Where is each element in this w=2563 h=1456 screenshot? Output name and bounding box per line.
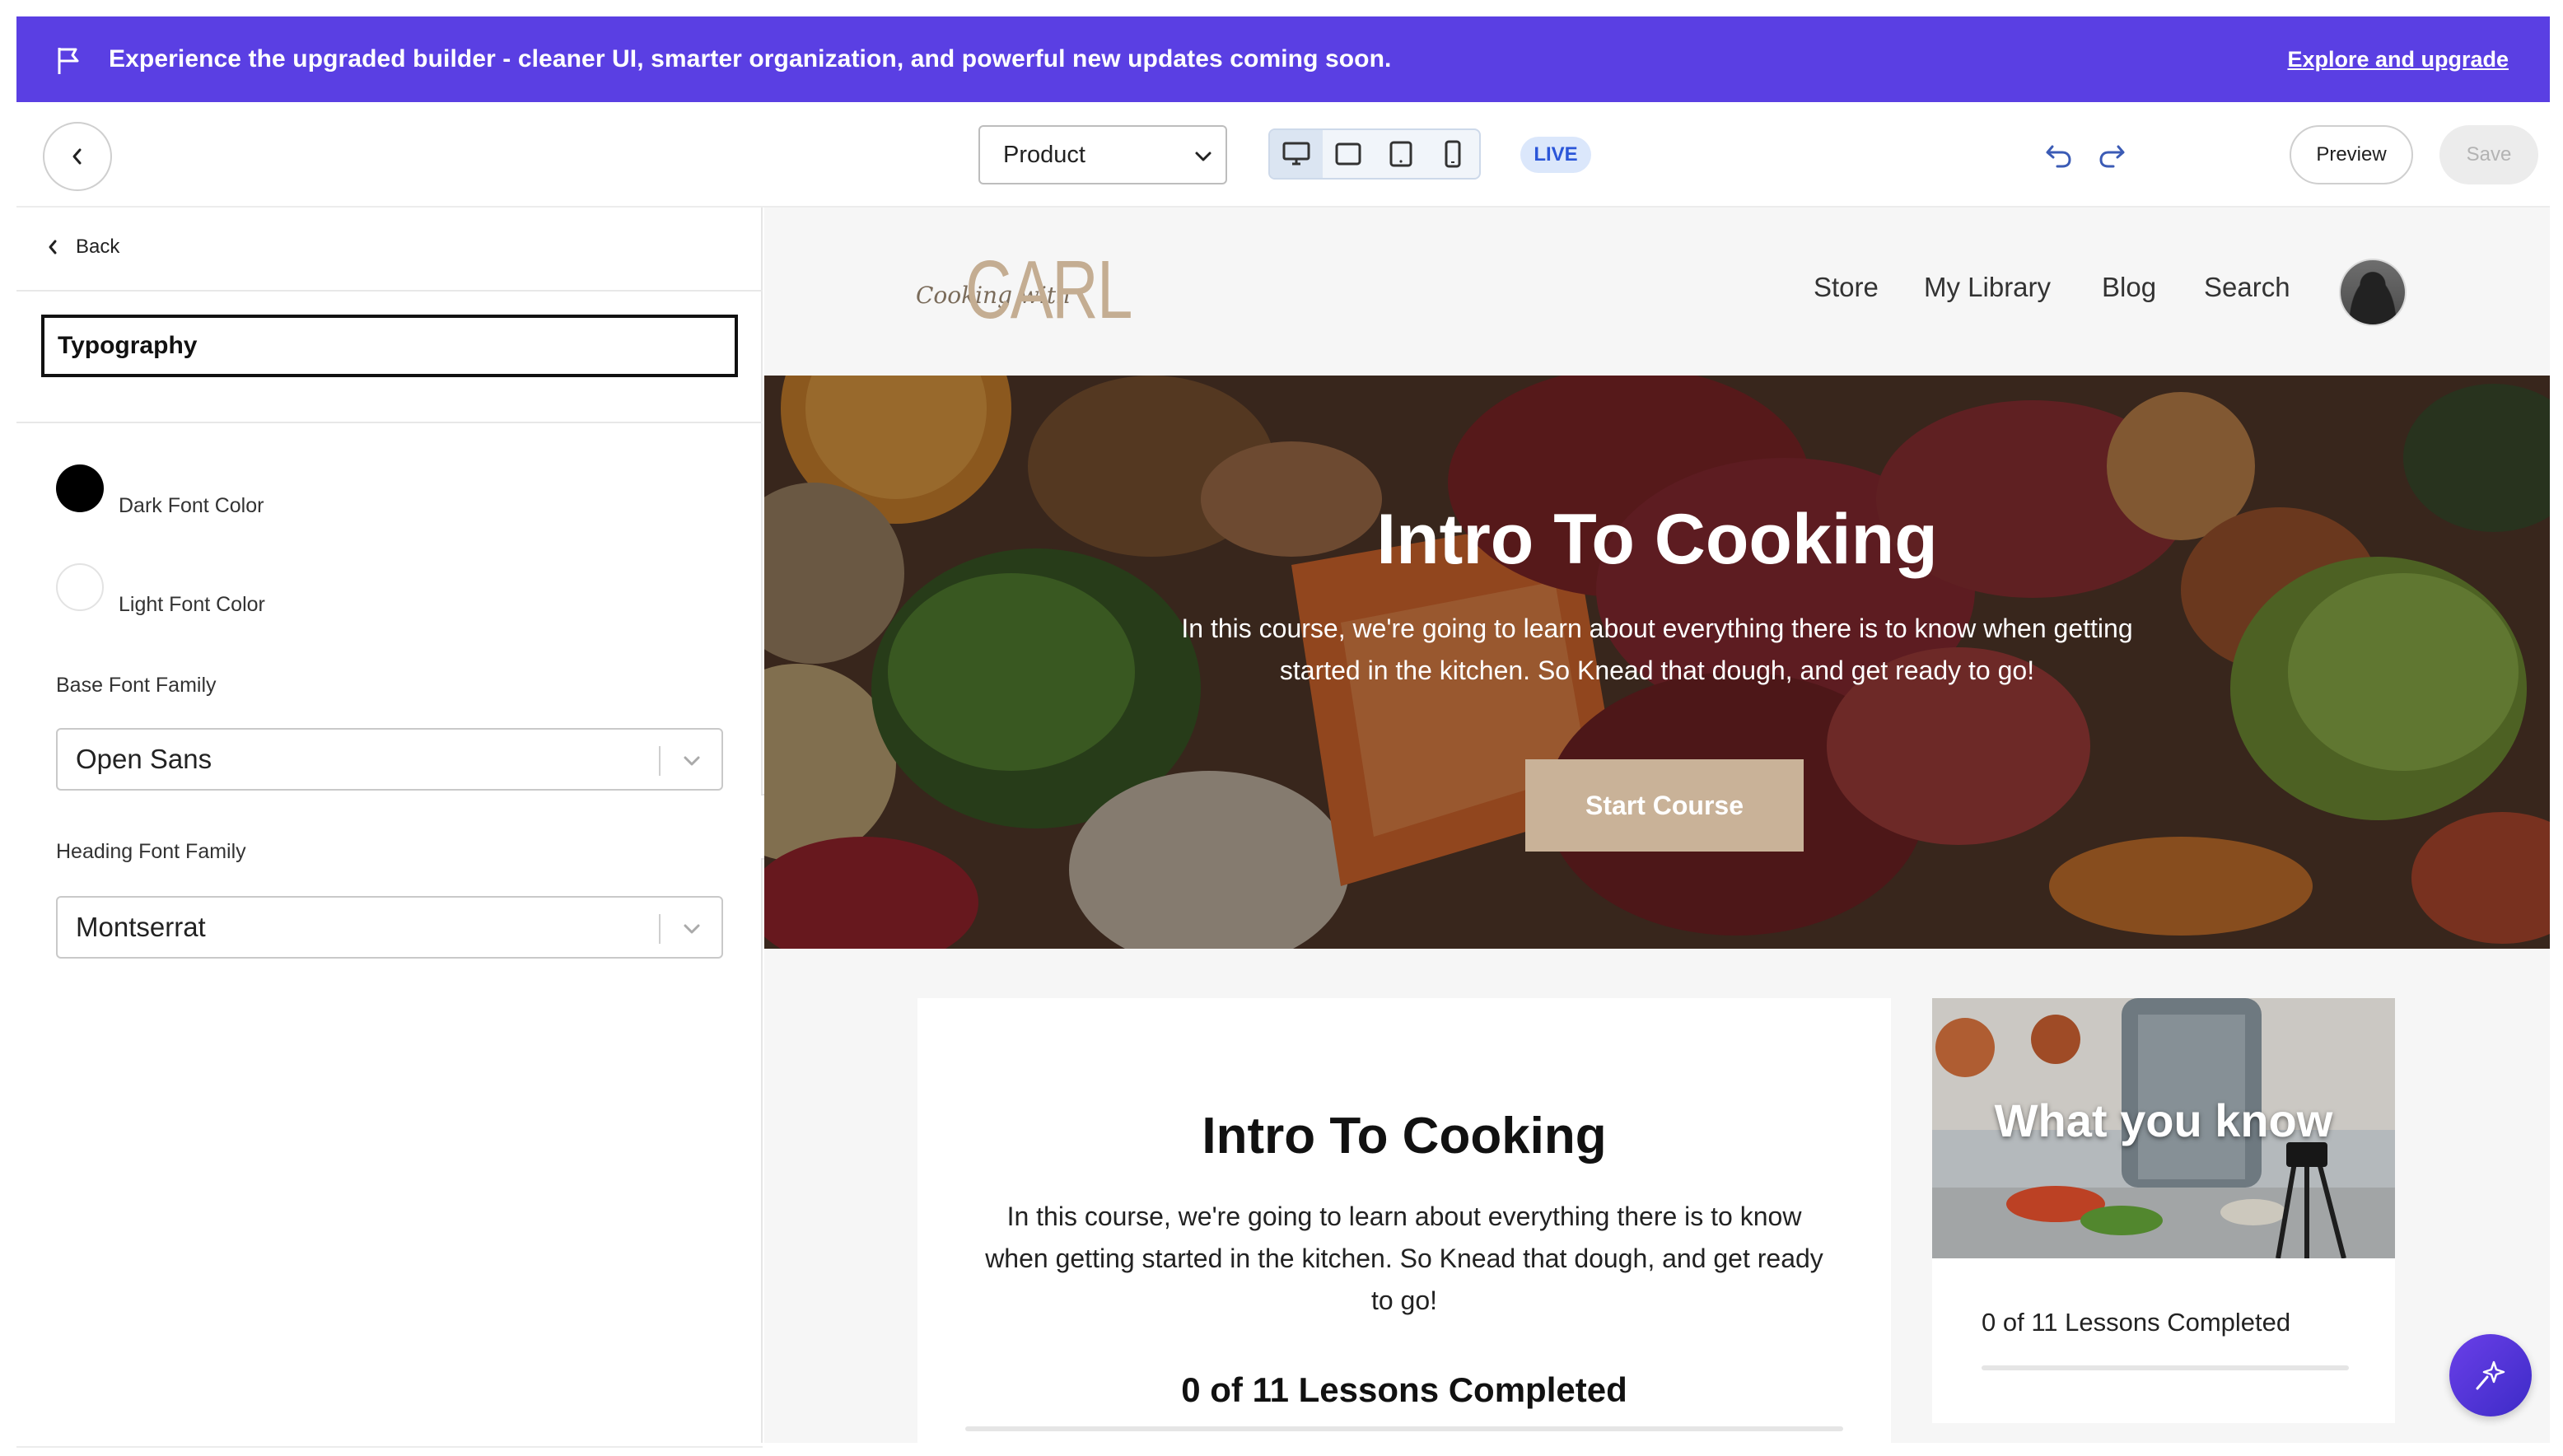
divider	[16, 1446, 763, 1448]
progress-card-image: What you know	[1932, 998, 2395, 1258]
nav-my-library[interactable]: My Library	[1924, 272, 2051, 303]
chevron-left-icon	[49, 240, 57, 254]
back-link[interactable]: Back	[46, 222, 119, 272]
sparkle-icon	[2476, 1360, 2505, 1390]
site-header: Cooking with CARL Store My Library Blog …	[764, 208, 2550, 376]
undo-icon[interactable]	[2044, 142, 2074, 170]
base-font-family-value: Open Sans	[76, 744, 212, 774]
nav-search[interactable]: Search	[2204, 272, 2290, 303]
course-description: In this course, we're going to learn abo…	[985, 1202, 1823, 1315]
banner-message: Experience the upgraded builder - cleane…	[109, 45, 1392, 72]
progress-card-title: What you know	[1994, 1094, 2333, 1146]
back-label: Back	[76, 236, 120, 258]
save-button[interactable]: Save	[2439, 125, 2538, 184]
avatar[interactable]	[2339, 259, 2407, 326]
progress-card-text: 0 of 11 Lessons Completed	[1982, 1308, 2291, 1337]
desktop-icon	[1282, 142, 1310, 166]
live-badge: LIVE	[1520, 137, 1591, 173]
divider	[16, 290, 763, 292]
base-font-family-label: Base Font Family	[56, 674, 217, 697]
nav-store[interactable]: Store	[1814, 272, 1879, 303]
announcement-banner: Experience the upgraded builder - cleane…	[16, 16, 2550, 102]
site-preview: Cooking with CARL Store My Library Blog …	[764, 208, 2550, 1443]
nav-blog[interactable]: Blog	[2102, 272, 2156, 303]
page-select[interactable]: Product	[978, 125, 1227, 184]
ai-assistant-button[interactable]	[2449, 1334, 2532, 1416]
tablet-view-button[interactable]	[1375, 130, 1427, 178]
progress-card-bar	[1982, 1365, 2349, 1370]
page-select-value: Product	[1003, 141, 1085, 168]
exit-button[interactable]	[43, 122, 112, 191]
light-font-color-label: Light Font Color	[119, 593, 265, 616]
tablet-landscape-icon	[1335, 142, 1361, 166]
redo-icon[interactable]	[2097, 142, 2126, 170]
base-font-family-select[interactable]: Open Sans	[56, 728, 723, 791]
chevron-down-icon	[1195, 152, 1211, 161]
divider	[659, 914, 661, 944]
course-progress-text: 0 of 11 Lessons Completed	[1181, 1370, 1627, 1409]
chevron-down-icon	[684, 756, 700, 766]
dark-font-color-label: Dark Font Color	[119, 494, 264, 517]
heading-font-family-label: Heading Font Family	[56, 840, 246, 863]
dark-font-color-swatch[interactable]	[56, 464, 104, 512]
progress-card: What you know 0 of 11 Lessons Completed	[1932, 998, 2395, 1423]
laptop-view-button[interactable]	[1323, 130, 1375, 178]
hero-title: Intro To Cooking	[1376, 500, 1938, 579]
chevron-left-icon	[72, 148, 82, 165]
course-progress-bar	[965, 1426, 1843, 1431]
section-title[interactable]: Typography	[41, 315, 738, 377]
tablet-icon	[1389, 141, 1412, 167]
builder-toolbar: Product LIVE Preview Save	[16, 102, 2550, 208]
desktop-view-button[interactable]	[1270, 130, 1323, 178]
logo-main: CARL	[965, 244, 1132, 336]
start-course-button[interactable]: Start Course	[1525, 759, 1804, 852]
course-title: Intro To Cooking	[1202, 1108, 1607, 1164]
flag-icon	[58, 48, 79, 74]
chevron-down-icon	[684, 924, 700, 934]
preview-button[interactable]: Preview	[2290, 125, 2413, 184]
mobile-icon	[1445, 140, 1461, 168]
hero-description: In this course, we're going to learn abo…	[1181, 614, 2133, 685]
device-switcher	[1268, 128, 1481, 180]
hero-section: Intro To Cooking In this course, we're g…	[764, 376, 2550, 949]
divider	[16, 422, 763, 423]
explore-upgrade-link[interactable]: Explore and upgrade	[2287, 16, 2509, 102]
divider	[659, 746, 661, 776]
light-font-color-swatch[interactable]	[56, 563, 104, 611]
mobile-view-button[interactable]	[1427, 130, 1480, 178]
course-card: Intro To Cooking In this course, we're g…	[917, 998, 1891, 1443]
settings-panel: Back Typography Dark Font Color Light Fo…	[16, 208, 763, 1443]
heading-font-family-select[interactable]: Montserrat	[56, 896, 723, 959]
heading-font-family-value: Montserrat	[76, 912, 206, 942]
